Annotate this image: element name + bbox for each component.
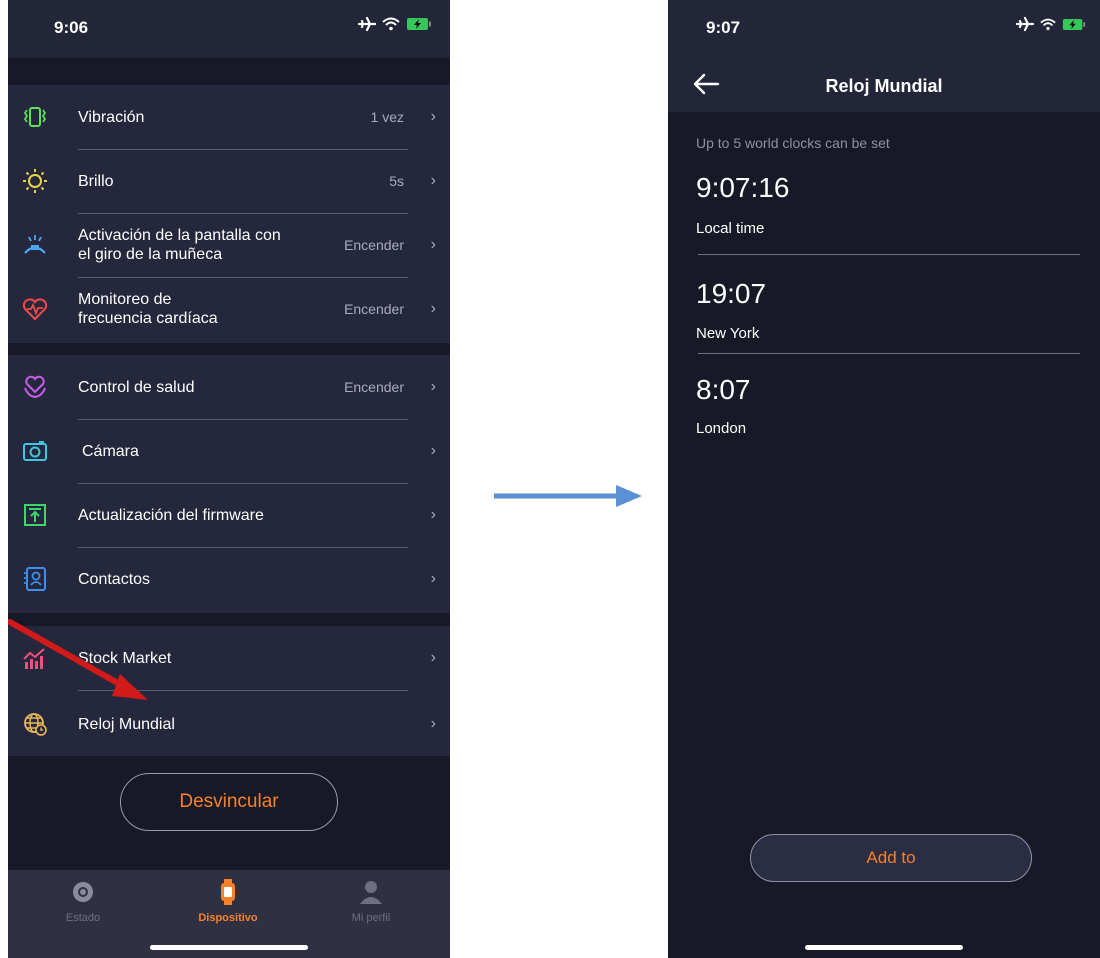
settings-screen: 9:06 Vibración 1 vez › Brillo 5s › Activ… [8, 0, 450, 958]
device-icon [168, 878, 288, 906]
clock-time: 8:07 [696, 374, 751, 405]
setting-value: 5s [389, 173, 404, 189]
divider [698, 254, 1080, 255]
battery-charging-icon [406, 17, 432, 31]
camera-icon [22, 438, 48, 464]
clock-city: Local time [696, 220, 765, 237]
airplane-icon [1016, 16, 1034, 32]
wrist-turn-icon [22, 232, 48, 258]
world-clock-screen: 9:07 Reloj Mundial Up to 5 world clocks … [668, 0, 1100, 958]
setting-value: Encender [344, 237, 404, 253]
status-bar: 9:06 [8, 0, 450, 58]
contacts-icon [22, 566, 48, 592]
chevron-right-icon: › [430, 378, 436, 395]
chevron-right-icon: › [430, 108, 436, 125]
tab-label: Dispositivo [198, 912, 258, 924]
clock-city: New York [696, 325, 760, 342]
airplane-icon [358, 16, 376, 32]
page-title: Reloj Mundial [825, 76, 943, 96]
status-time: 9:07 [706, 18, 741, 37]
setting-label-line2: el giro de la muñeca [78, 246, 223, 263]
tab-device[interactable]: Dispositivo [168, 878, 288, 924]
tab-bar: Estado Dispositivo Mi perfil [8, 870, 450, 958]
heart-rate-icon [22, 296, 48, 322]
setting-label: Cámara [82, 442, 139, 460]
home-indicator [150, 945, 308, 950]
settings-group-2: Control de salud Encender › Cámara › Act… [8, 355, 450, 613]
setting-label: Activación de la pantalla con el giro de … [78, 226, 281, 264]
setting-row-wrist-turn[interactable]: Activación de la pantalla con el giro de … [8, 213, 450, 277]
status-icon [23, 878, 143, 906]
add-clock-button[interactable]: Add to [750, 834, 1032, 882]
setting-label: Vibración [78, 108, 145, 126]
tab-label: Mi perfil [351, 912, 391, 924]
setting-value: Encender [344, 379, 404, 395]
profile-icon [311, 878, 431, 906]
battery-charging-icon [1062, 18, 1086, 31]
globe-clock-icon [22, 711, 48, 737]
setting-row-heart-rate[interactable]: Monitoreo de frecuencia cardíaca Encender… [8, 277, 450, 341]
setting-label: Reloj Mundial [78, 715, 175, 733]
clock-city: London [696, 420, 747, 437]
tab-label: Estado [65, 912, 101, 924]
settings-group-1: Vibración 1 vez › Brillo 5s › Activación… [8, 85, 450, 343]
home-indicator [805, 945, 963, 950]
status-time: 9:06 [54, 18, 89, 37]
setting-label-line1: Monitoreo de [78, 291, 172, 308]
vibration-icon [22, 104, 48, 130]
brightness-icon [22, 168, 48, 194]
clock-limit-note: Up to 5 world clocks can be set [696, 135, 890, 151]
setting-label: Monitoreo de frecuencia cardíaca [78, 290, 218, 328]
tab-profile[interactable]: Mi perfil [311, 878, 431, 924]
setting-label: Control de salud [78, 378, 195, 396]
setting-label: Actualización del firmware [78, 506, 264, 524]
unlink-button[interactable]: Desvincular [120, 773, 338, 831]
setting-row-contacts[interactable]: Contactos › [8, 547, 450, 611]
health-heart-icon [22, 374, 48, 400]
clock-time: 9:07:16 [696, 172, 790, 203]
setting-label-line1: Activación de la pantalla con [78, 227, 281, 244]
setting-label: Contactos [78, 570, 151, 588]
flow-arrow-icon [494, 485, 642, 507]
setting-row-vibration[interactable]: Vibración 1 vez › [8, 85, 450, 149]
setting-value: Encender [344, 301, 404, 317]
chevron-right-icon: › [430, 300, 436, 317]
setting-row-firmware[interactable]: Actualización del firmware › [8, 483, 450, 547]
chevron-right-icon: › [430, 236, 436, 253]
setting-row-camera[interactable]: Cámara › [8, 419, 450, 483]
setting-row-health[interactable]: Control de salud Encender › [8, 355, 450, 419]
divider [698, 353, 1080, 354]
chevron-right-icon: › [430, 172, 436, 189]
setting-label: Brillo [78, 172, 114, 190]
chevron-right-icon: › [430, 442, 436, 459]
annotation-arrow-icon [8, 619, 148, 700]
setting-row-brightness[interactable]: Brillo 5s › [8, 149, 450, 213]
chevron-right-icon: › [430, 506, 436, 523]
chevron-right-icon: › [430, 570, 436, 587]
header: 9:07 Reloj Mundial [668, 0, 1100, 112]
wifi-icon [382, 17, 400, 31]
setting-value: 1 vez [370, 109, 404, 125]
clock-time: 19:07 [696, 278, 767, 309]
firmware-update-icon [22, 502, 48, 528]
setting-label-line2: frecuencia cardíaca [78, 310, 218, 327]
wifi-icon [1040, 18, 1056, 31]
tab-status[interactable]: Estado [23, 878, 143, 924]
chevron-right-icon: › [430, 649, 436, 666]
chevron-right-icon: › [430, 715, 436, 732]
